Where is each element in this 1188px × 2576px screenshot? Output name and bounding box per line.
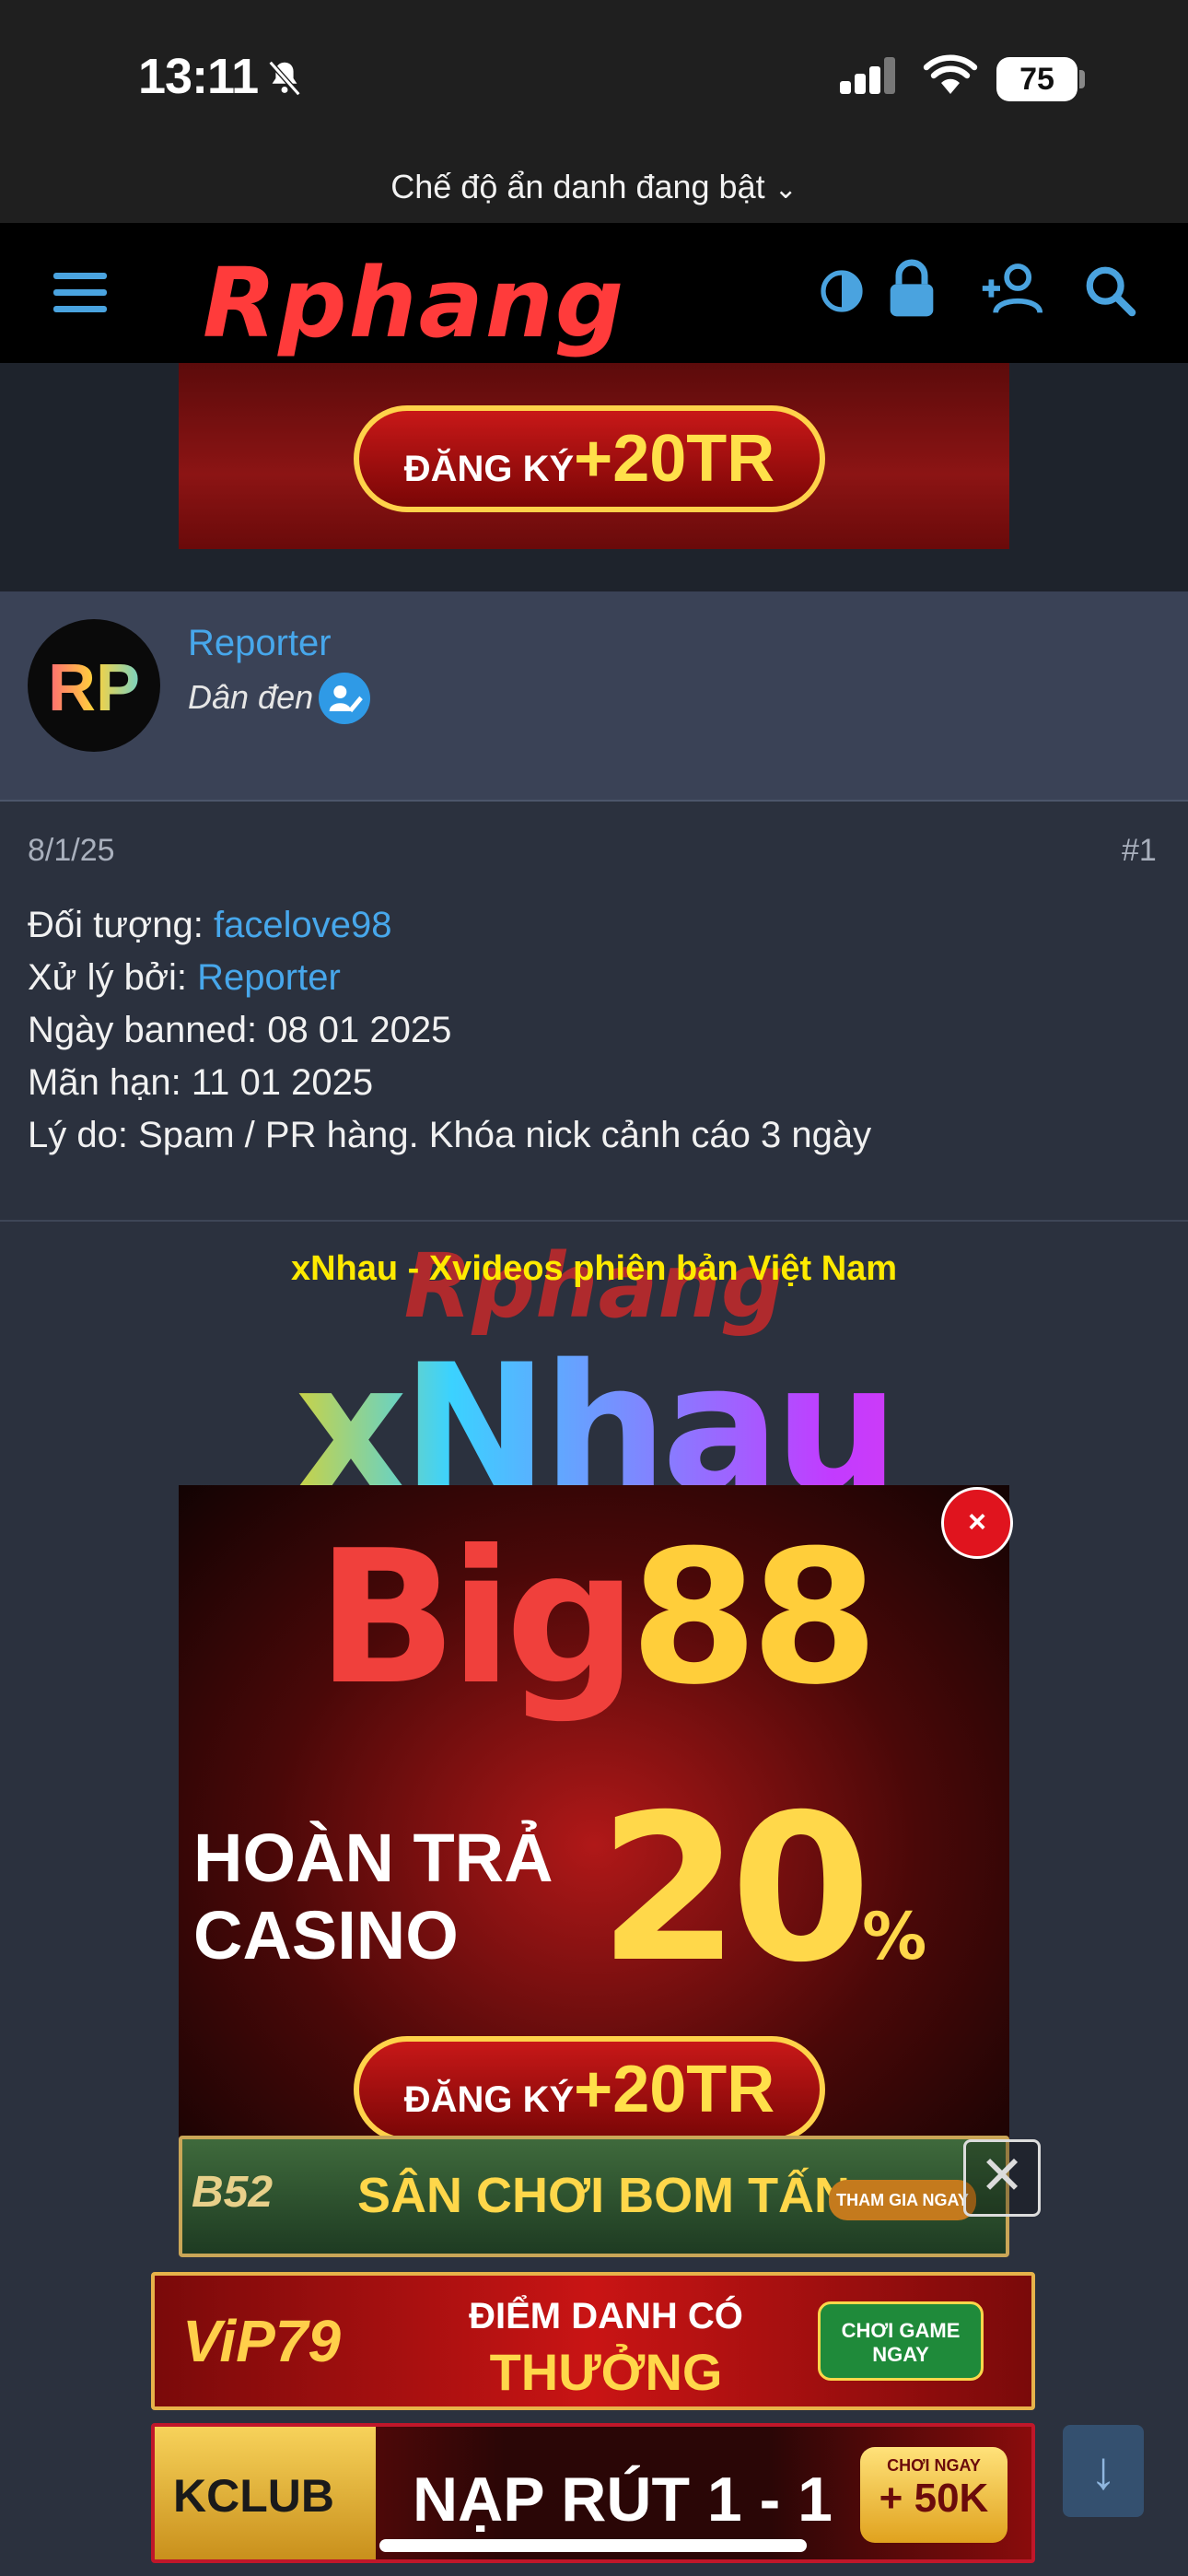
post-line-banned-date: Ngày banned: 08 01 2025 xyxy=(28,1010,452,1050)
avatar[interactable]: RP xyxy=(28,619,160,752)
big88-cashback-text: HOÀN TRẢ CASINO xyxy=(193,1824,553,1970)
close-ad-button[interactable]: × xyxy=(941,1487,1013,1559)
big88-percent: 20% xyxy=(599,1787,926,1990)
post-author-block xyxy=(0,591,1188,802)
b52-brand: B52 xyxy=(192,2168,274,2217)
big88-percent-sign: % xyxy=(862,1899,927,1974)
site-logo[interactable]: Rphang xyxy=(203,247,625,359)
top-ad-register-amount: +20TR xyxy=(574,422,775,496)
author-title: Dân đen xyxy=(188,678,314,716)
search-icon[interactable] xyxy=(1083,263,1136,317)
post-number[interactable]: #1 xyxy=(1122,833,1157,869)
vip79-cta: CHƠI GAME NGAY xyxy=(818,2301,984,2381)
chevron-down-icon: ⌄ xyxy=(774,174,798,205)
big88-line2: CASINO xyxy=(193,1897,459,1973)
big88-brand-b: 88 xyxy=(629,1511,879,1726)
incognito-label: Chế độ ẩn danh đang bật xyxy=(390,168,765,205)
status-time: 13:11 xyxy=(138,49,259,104)
menu-icon[interactable] xyxy=(53,271,111,315)
add-user-icon[interactable] xyxy=(978,262,1044,315)
post-line-expiry: Mãn hạn: 11 01 2025 xyxy=(28,1062,374,1103)
top-ad-register-button[interactable]: ĐĂNG KÝ+20TR xyxy=(354,405,825,512)
kclub-cta: CHƠI NGAY + 50K xyxy=(860,2447,1007,2543)
incognito-banner[interactable]: Chế độ ẩn danh đang bật ⌄ xyxy=(0,168,1188,206)
cellular-signal-icon xyxy=(840,57,895,94)
vip79-text-top: ĐIỂM DANH CÓ xyxy=(469,2296,743,2336)
vip79-banner[interactable]: ViP79 ĐIỂM DANH CÓ THƯỞNG CHƠI GAME NGAY xyxy=(151,2272,1035,2410)
battery-indicator: 75 xyxy=(996,57,1077,101)
vip79-brand: ViP79 xyxy=(182,2308,341,2374)
verified-user-icon xyxy=(319,673,370,724)
big88-brand-a: Big xyxy=(316,1511,637,1726)
wifi-icon xyxy=(923,54,978,94)
author-name-link[interactable]: Reporter xyxy=(188,623,332,664)
avatar-initials: RP xyxy=(28,650,160,726)
b52-banner[interactable]: B52 SÂN CHƠI BOM TẤN THAM GIA NGAY xyxy=(179,2136,1009,2257)
lock-icon[interactable] xyxy=(886,258,938,319)
kclub-brand: KCLUB xyxy=(173,2470,334,2522)
b52-cta: THAM GIA NGAY xyxy=(829,2180,976,2220)
close-banner-button[interactable]: ✕ xyxy=(963,2139,1041,2217)
big88-line1: HOÀN TRẢ xyxy=(193,1820,553,1896)
kclub-text: NẠP RÚT 1 - 1 xyxy=(413,2465,833,2535)
big88-percent-value: 20 xyxy=(599,1771,871,2007)
post-line-reason: Lý do: Spam / PR hàng. Khóa nick cảnh cá… xyxy=(28,1115,872,1155)
big88-register-amount: +20TR xyxy=(574,2053,775,2126)
theme-toggle-icon[interactable] xyxy=(820,269,864,313)
post-line-handled: Xử lý bởi: Reporter xyxy=(28,957,341,999)
scroll-down-button[interactable]: ↓ xyxy=(1063,2425,1144,2517)
target-user-link[interactable]: facelove98 xyxy=(214,905,391,945)
post-date[interactable]: 8/1/25 xyxy=(28,833,115,869)
post-line-target: Đối tượng: facelove98 xyxy=(28,905,391,946)
home-indicator[interactable] xyxy=(379,2539,807,2552)
kclub-cta-big: + 50K xyxy=(879,2476,989,2521)
big88-brand: Big88 xyxy=(179,1511,1009,1726)
big88-register-label: ĐĂNG KÝ xyxy=(403,2079,575,2120)
top-ad-register-label: ĐĂNG KÝ xyxy=(403,449,575,489)
big88-register-button[interactable]: ĐĂNG KÝ+20TR xyxy=(354,2036,825,2143)
b52-text: SÂN CHƠI BOM TẤN xyxy=(357,2168,851,2223)
kclub-cta-small: CHƠI NGAY xyxy=(887,2456,981,2475)
handled-label: Xử lý bởi: xyxy=(28,957,198,998)
xnhau-tagline-link[interactable]: xNhau - Xvideos phiên bản Việt Nam xyxy=(0,1249,1188,1289)
logo-text: Rphang xyxy=(203,247,626,359)
target-label: Đối tượng: xyxy=(28,905,214,945)
silent-bell-icon xyxy=(268,60,301,97)
vip79-text-bottom: THƯỞNG xyxy=(489,2343,723,2401)
battery-tip xyxy=(1079,70,1085,88)
handled-user-link[interactable]: Reporter xyxy=(197,957,341,998)
